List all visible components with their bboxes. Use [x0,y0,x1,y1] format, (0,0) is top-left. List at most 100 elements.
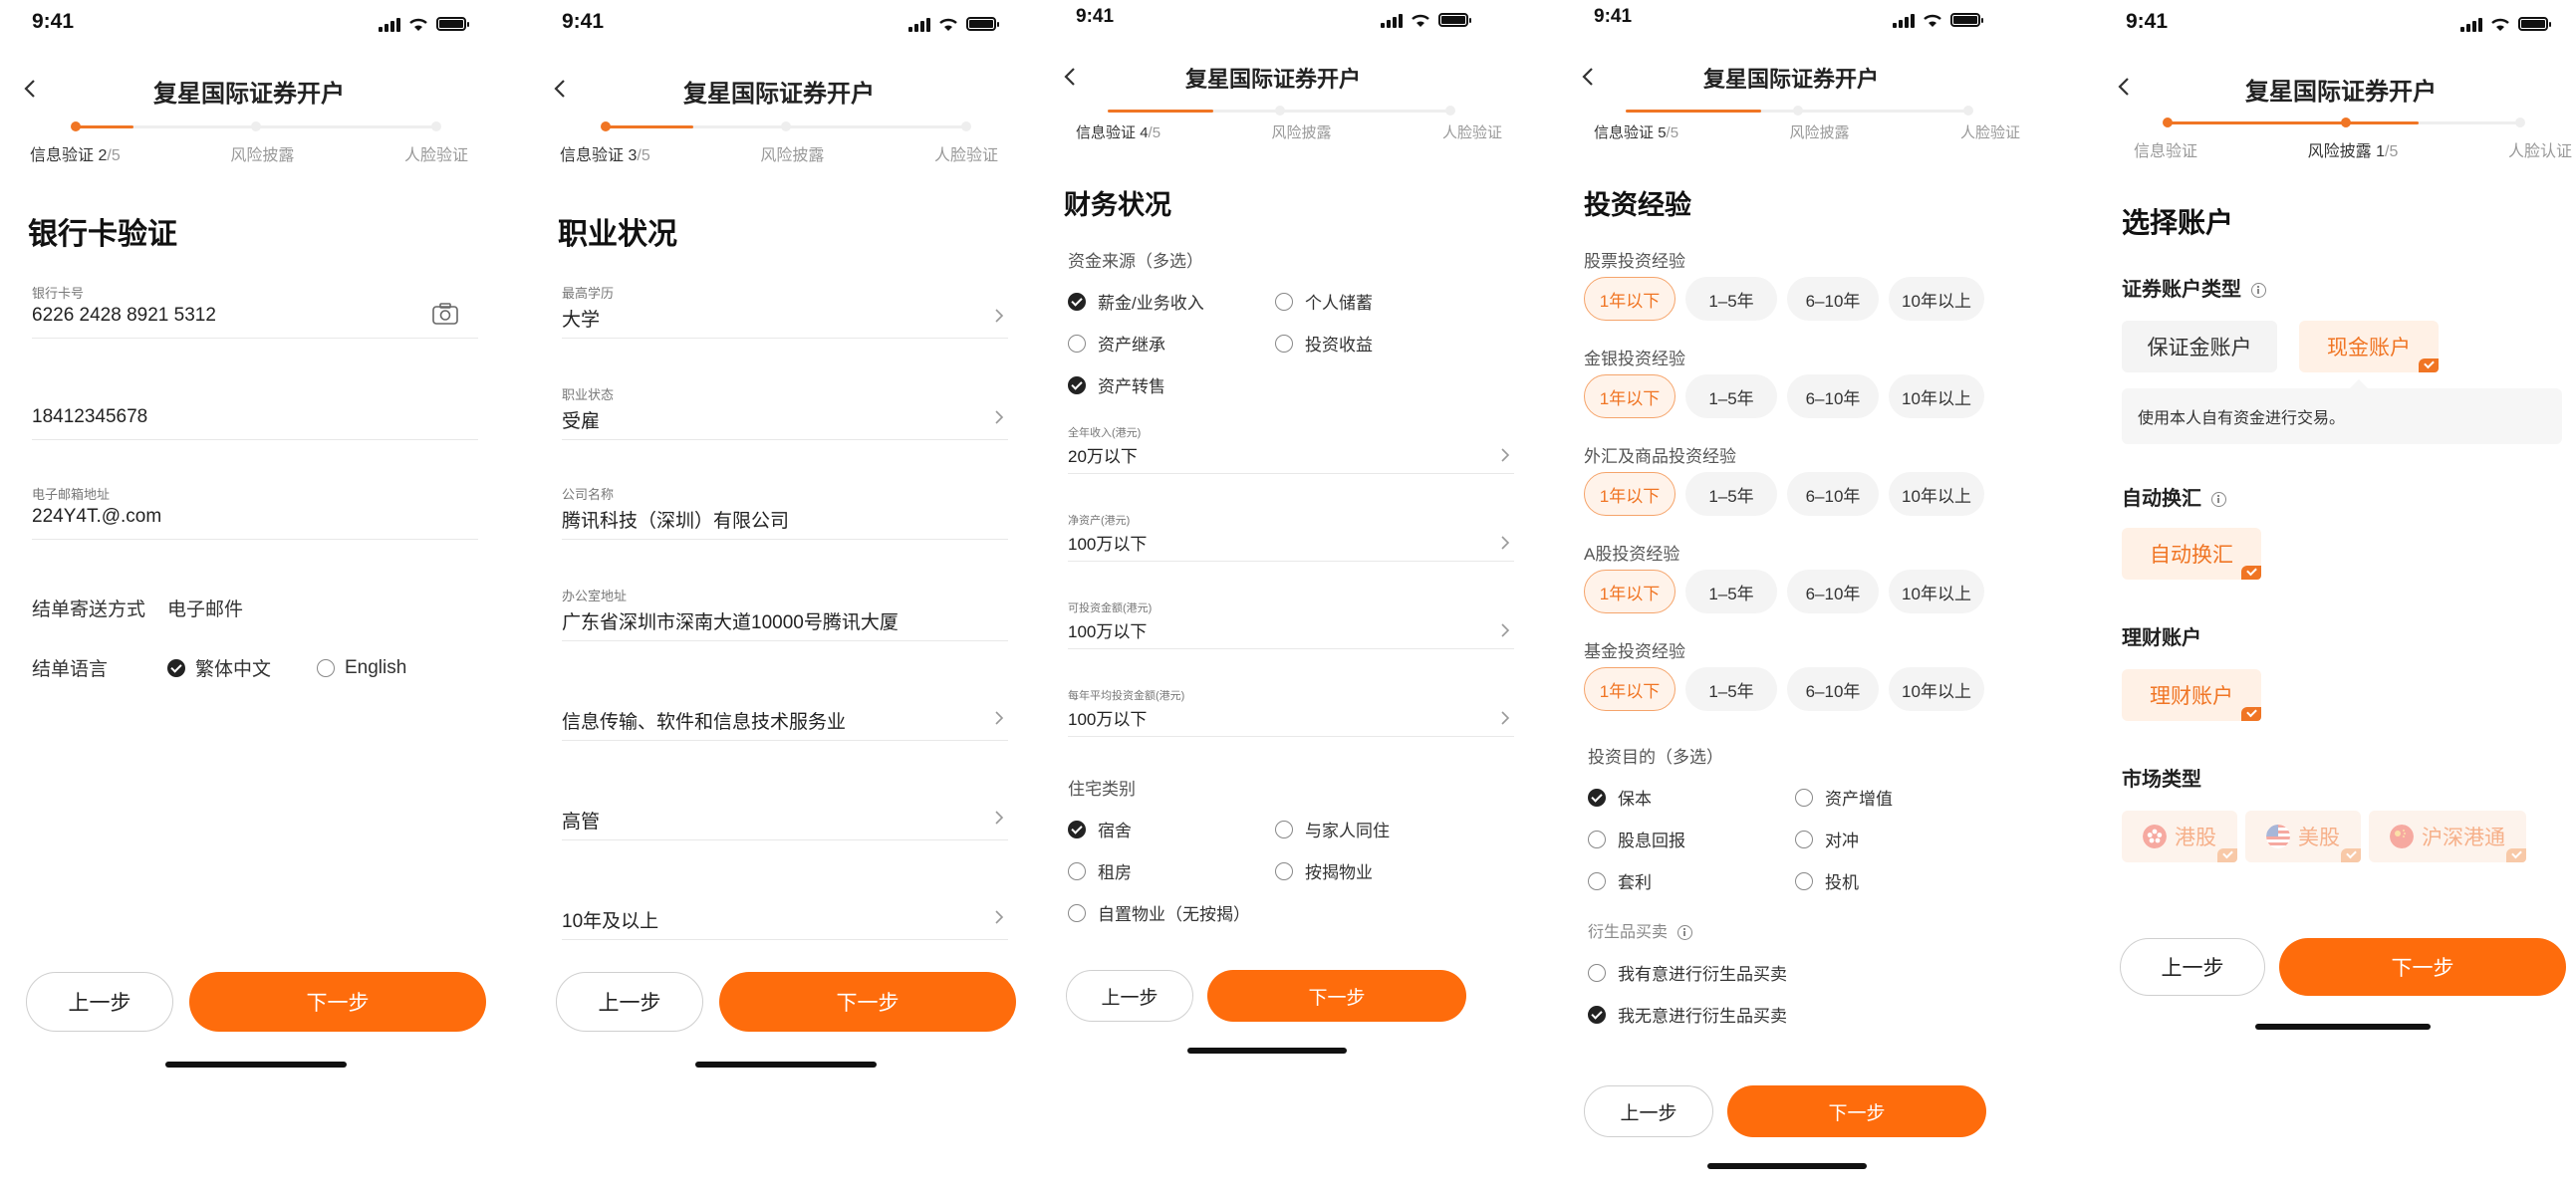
net-assets-field[interactable]: 净资产(港元) 100万以下 [1068,512,1514,562]
email-field[interactable]: 电子邮箱地址 224Y4T.@.com [32,484,478,540]
prev-button[interactable]: 上一步 [1066,970,1193,1022]
investable-field[interactable]: 可投资金额(港元) 100万以下 [1068,599,1514,649]
step-progress: 信息验证 5/5 风险披露 人脸验证 [1594,106,2020,149]
annual-income-field[interactable]: 全年收入(港元) 20万以下 [1068,424,1514,474]
delivery-row[interactable]: 结单寄送方式 电子邮件 [32,595,243,621]
derivative-option-no[interactable]: 我无意进行衍生品买卖 [1588,1002,1787,1027]
info-icon[interactable] [1677,925,1693,941]
radio-icon [1275,292,1293,311]
years-field[interactable]: 10年及以上 [562,884,1008,940]
market-us-option[interactable]: 美股 [2245,811,2361,862]
office-address-field[interactable]: 办公室地址 广东省深圳市深南大道10000号腾讯大厦 [562,586,1008,641]
exp-option-chip[interactable]: 1–5年 [1685,570,1777,613]
step-face: 人脸验证 [1441,124,1502,141]
status-time: 9:41 [1594,6,1633,27]
education-field[interactable]: 最高学历 大学 [562,283,1008,339]
wifi-icon [939,18,957,31]
screen-bank-verification: 9:41 复星国际证券开户 信息验证 2/5 风险披露 人脸验证 银行卡验证 银… [0,0,498,1193]
battery-icon [966,17,999,31]
status-bar: 9:41 [2126,10,2551,40]
exp-option-chip[interactable]: 1年以下 [1584,570,1675,613]
exp-option-chip[interactable]: 6–10年 [1787,667,1879,711]
fund-option-inheritance[interactable]: 资产继承 [1068,331,1165,356]
exp-option-chip[interactable]: 10年以上 [1889,570,1984,613]
wifi-icon [1412,14,1429,27]
next-button[interactable]: 下一步 [1727,1085,1986,1137]
employment-field[interactable]: 职业状态 受雇 [562,384,1008,440]
camera-icon[interactable] [432,303,458,325]
exp-option-chip[interactable]: 6–10年 [1787,570,1879,613]
fund-option-salary[interactable]: 薪金/业务收入 [1068,289,1204,314]
next-button[interactable]: 下一步 [719,972,1016,1032]
info-icon[interactable] [2211,492,2226,508]
prev-button[interactable]: 上一步 [556,972,703,1032]
lang-option-tc[interactable]: 繁体中文 [167,654,317,681]
screen-occupation: 9:41 复星国际证券开户 信息验证 3/5 风险披露 人脸验证 职业状况 最高… [530,0,1028,1193]
purpose-option[interactable]: 对冲 [1795,827,1859,851]
chevron-right-icon [1501,448,1510,462]
prev-button[interactable]: 上一步 [26,972,173,1032]
exp-option-chip[interactable]: 1–5年 [1685,667,1777,711]
radio-icon [1795,788,1813,807]
exp-option-chip[interactable]: 10年以上 [1889,374,1984,418]
position-field[interactable]: 高管 [562,785,1008,840]
fund-option-resale[interactable]: 资产转售 [1068,372,1165,397]
market-hk-option[interactable]: 港股 [2122,811,2237,862]
house-option-family[interactable]: 与家人同住 [1275,817,1390,841]
purpose-option[interactable]: 套利 [1588,868,1652,893]
section-heading: 职业状况 [558,218,677,251]
check-circle-icon [1068,820,1086,838]
exp-option-chip[interactable]: 6–10年 [1787,277,1879,321]
exp-option-chip[interactable]: 1年以下 [1584,667,1675,711]
house-option-rent[interactable]: 租房 [1068,858,1132,883]
industry-field[interactable]: 信息传输、软件和信息技术服务业 [562,685,1008,741]
exp-option-chip[interactable]: 1年以下 [1584,472,1675,516]
house-option-dorm[interactable]: 宿舍 [1068,817,1132,841]
auto-fx-option[interactable]: 自动换汇 [2122,528,2261,580]
prev-button[interactable]: 上一步 [1584,1085,1713,1137]
info-icon[interactable] [2251,283,2266,299]
exp-option-chip[interactable]: 1–5年 [1685,472,1777,516]
exp-option-chip[interactable]: 6–10年 [1787,472,1879,516]
exp-option-chip[interactable]: 6–10年 [1787,374,1879,418]
page-title: 复星国际证券开户 [683,81,875,108]
check-corner-icon [2241,707,2261,721]
fund-option-savings[interactable]: 个人储蓄 [1275,289,1373,314]
margin-account-option[interactable]: 保证金账户 [2122,321,2277,372]
exp-option-chip[interactable]: 10年以上 [1889,277,1984,321]
exp-option-chip[interactable]: 1年以下 [1584,374,1675,418]
check-corner-icon [2506,848,2526,862]
step-info: 信息验证 2/5 [30,147,121,164]
exp-option-chip[interactable]: 10年以上 [1889,667,1984,711]
exp-option-chip[interactable]: 10年以上 [1889,472,1984,516]
next-button[interactable]: 下一步 [1207,970,1466,1022]
status-icons [908,16,999,32]
purpose-option[interactable]: 投机 [1795,868,1859,893]
exp-option-chip[interactable]: 1–5年 [1685,374,1777,418]
wealth-label: 理财账户 [2122,627,2201,649]
avg-invest-field[interactable]: 每年平均投资金额(港元) 100万以下 [1068,687,1514,737]
wealth-account-option[interactable]: 理财账户 [2122,669,2261,721]
purpose-option[interactable]: 股息回报 [1588,827,1685,851]
market-connect-option[interactable]: 沪深港通 [2369,811,2526,862]
next-button[interactable]: 下一步 [189,972,486,1032]
cash-account-option[interactable]: 现金账户 [2299,321,2439,372]
next-button[interactable]: 下一步 [2279,938,2566,996]
status-bar: 9:41 [32,10,469,40]
company-field[interactable]: 公司名称 腾讯科技（深圳）有限公司 [562,484,1008,540]
step-progress: 信息验证 2/5 风险披露 人脸验证 [30,121,468,165]
bank-card-field[interactable]: 银行卡号 6226 2428 8921 5312 [32,283,478,339]
prev-button[interactable]: 上一步 [2120,938,2265,996]
phone-field[interactable]: 18412345678 [32,384,478,440]
fund-option-invest[interactable]: 投资收益 [1275,331,1373,356]
exp-option-chip[interactable]: 1年以下 [1584,277,1675,321]
purpose-option[interactable]: 保本 [1588,785,1652,810]
purpose-option[interactable]: 资产增值 [1795,785,1893,810]
radio-icon [1588,871,1606,890]
house-option-mortgage[interactable]: 按揭物业 [1275,858,1373,883]
derivative-option-yes[interactable]: 我有意进行衍生品买卖 [1588,960,1787,985]
exp-option-chip[interactable]: 1–5年 [1685,277,1777,321]
signal-icon [2460,16,2482,32]
lang-option-en[interactable]: English [317,657,406,679]
house-option-owned[interactable]: 自置物业（无按揭） [1068,900,1250,925]
